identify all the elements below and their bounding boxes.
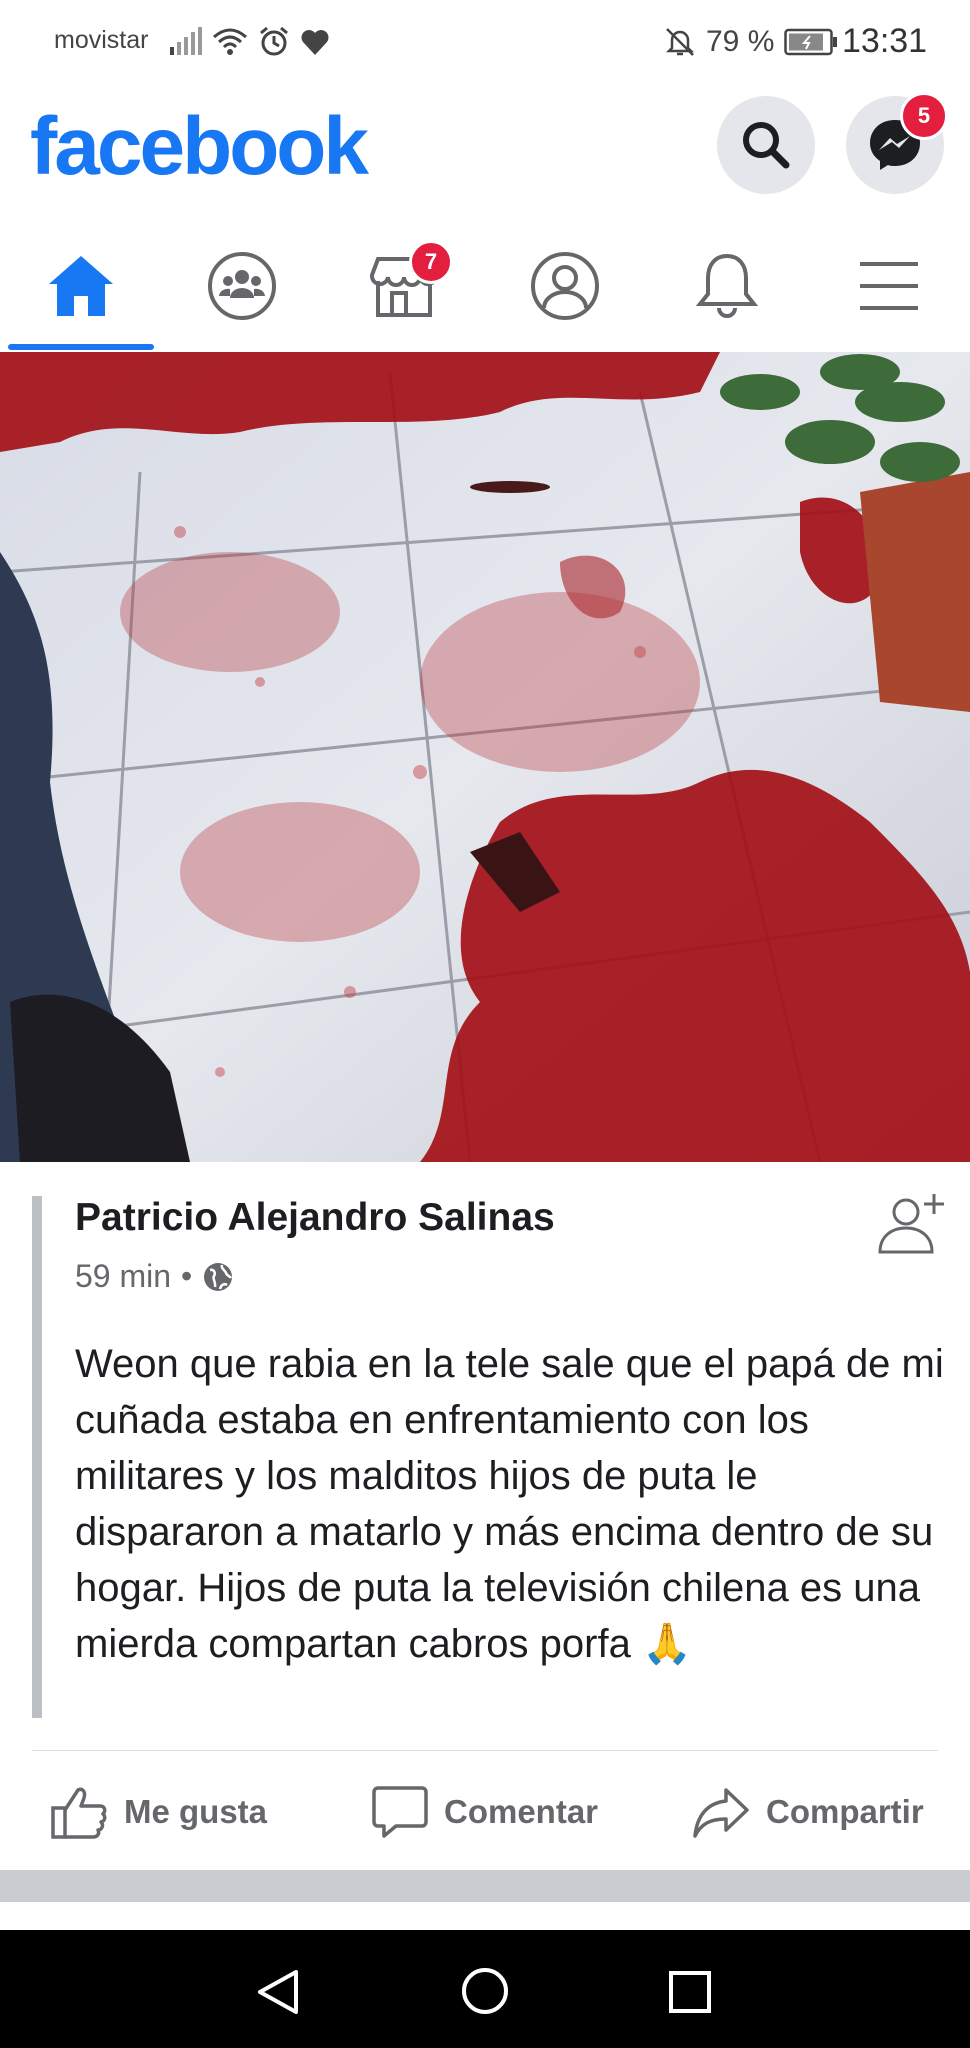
battery-icon [784, 28, 838, 56]
tab-home[interactable] [0, 220, 162, 352]
facebook-logo[interactable]: facebook [30, 100, 369, 194]
mute-icon [665, 28, 695, 56]
home-icon [49, 256, 113, 316]
tab-profile[interactable] [484, 220, 646, 352]
groups-icon [208, 252, 276, 320]
share-button[interactable]: Compartir [692, 1780, 924, 1844]
home-nav-icon[interactable] [460, 1966, 510, 2016]
wifi-icon [213, 28, 247, 55]
post-divider [32, 1750, 938, 1751]
post-timestamp[interactable]: 59 min [75, 1258, 171, 1295]
marketplace-badge: 7 [409, 240, 453, 284]
alarm-icon [260, 26, 288, 56]
add-friend-icon [878, 1194, 944, 1254]
carrier-name: movistar [54, 26, 149, 54]
tab-groups[interactable] [161, 220, 323, 352]
status-bar: movistar 79 % 13:31 [0, 0, 970, 84]
thumbs-up-icon [51, 1787, 107, 1839]
tab-notifications[interactable] [646, 220, 808, 352]
signal-icon [170, 27, 202, 55]
globe-icon [204, 1262, 233, 1291]
comment-label: Comentar [444, 1793, 599, 1830]
post-body-text: Weon que rabia en la tele sale que el pa… [75, 1342, 944, 1666]
status-left-icons [168, 20, 330, 64]
profile-icon [531, 252, 599, 320]
comment-button[interactable]: Comentar [372, 1780, 598, 1844]
active-tab-indicator [8, 344, 154, 350]
like-button[interactable]: Me gusta [50, 1780, 267, 1844]
praying-hands-emoji: 🙏 [641, 1622, 692, 1666]
messenger-button[interactable]: 5 [846, 92, 948, 194]
post-body: Weon que rabia en la tele sale que el pa… [75, 1336, 945, 1672]
post-photo[interactable] [0, 352, 970, 1162]
recent-apps-icon[interactable] [668, 1970, 712, 2014]
battery-percent: 79 % [706, 25, 775, 58]
add-friend-button[interactable] [876, 1190, 946, 1265]
tab-menu[interactable] [808, 220, 970, 352]
shared-post-bar [32, 1196, 42, 1718]
hamburger-menu-icon [860, 262, 918, 310]
feed-separator [0, 1870, 970, 1902]
share-label: Compartir [766, 1793, 924, 1830]
search-button[interactable] [717, 96, 815, 194]
back-icon[interactable] [256, 1968, 300, 2016]
post-meta: 59 min • [75, 1258, 234, 1295]
comment-icon [372, 1786, 428, 1838]
tab-marketplace[interactable]: 7 [323, 220, 485, 352]
share-icon [693, 1788, 749, 1838]
android-navigation-bar [0, 1930, 970, 2048]
like-label: Me gusta [124, 1793, 268, 1830]
bell-icon [695, 253, 759, 318]
heart-icon [301, 30, 329, 55]
meta-separator: • [181, 1258, 193, 1294]
top-nav-bar: 7 [0, 220, 970, 353]
clock: 13:31 [842, 22, 928, 60]
status-right-icons: 79 % [664, 20, 838, 64]
post-author-name[interactable]: Patricio Alejandro Salinas [75, 1196, 555, 1240]
search-icon [743, 122, 790, 169]
post-photo-image [0, 352, 970, 1162]
messenger-badge: 5 [900, 92, 948, 140]
